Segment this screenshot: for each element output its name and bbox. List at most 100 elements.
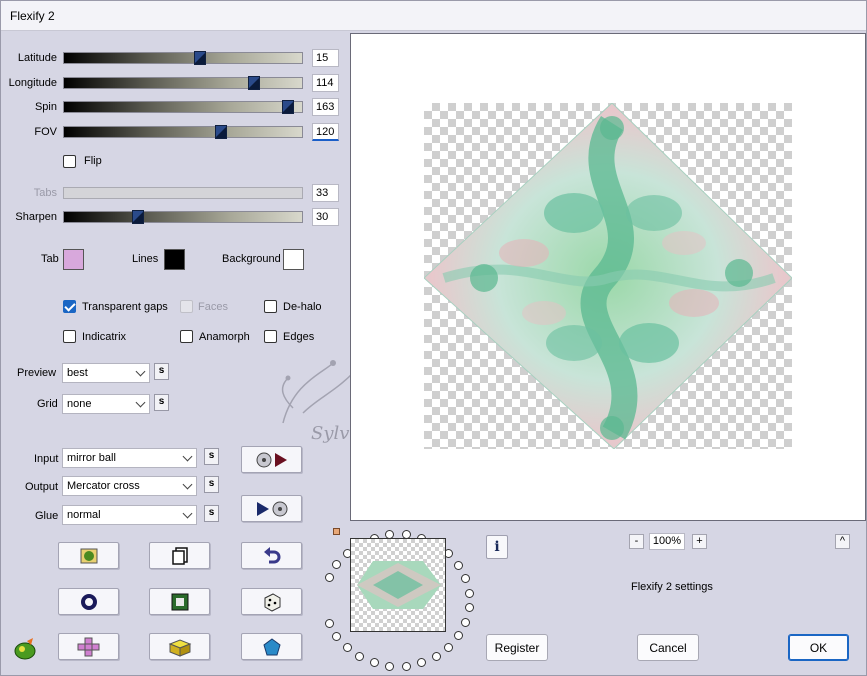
chevron-down-icon bbox=[182, 479, 193, 490]
zoom-in-button[interactable]: + bbox=[692, 534, 707, 549]
ok-button[interactable]: OK bbox=[788, 634, 849, 661]
faces-label: Faces bbox=[198, 301, 228, 313]
frame-button[interactable] bbox=[149, 588, 210, 615]
longitude-value-field[interactable]: 114 bbox=[312, 74, 339, 92]
copy-icon bbox=[171, 546, 188, 565]
dial-dot[interactable] bbox=[325, 618, 335, 628]
fov-slider-thumb[interactable] bbox=[215, 125, 228, 139]
background-color-swatch[interactable] bbox=[283, 249, 304, 270]
glue-select[interactable]: normal bbox=[62, 505, 197, 525]
title-bar: Flexify 2 bbox=[1, 1, 866, 31]
preview-s-button[interactable]: s bbox=[154, 363, 169, 380]
longitude-label: Longitude bbox=[8, 77, 57, 89]
flip-checkbox[interactable] bbox=[63, 155, 76, 168]
preview-select[interactable]: best bbox=[62, 363, 150, 383]
spin-value-field[interactable]: 163 bbox=[312, 98, 339, 116]
latitude-slider-thumb[interactable] bbox=[193, 51, 206, 65]
register-button-label: Register bbox=[494, 640, 540, 655]
glue-select-value: normal bbox=[67, 509, 101, 521]
image-paint-icon bbox=[80, 548, 97, 563]
info-button[interactable]: i bbox=[486, 535, 508, 559]
dial-dot[interactable] bbox=[460, 574, 470, 584]
dial-dot[interactable] bbox=[325, 573, 335, 583]
register-button[interactable]: Register bbox=[486, 634, 548, 661]
cube-button[interactable] bbox=[149, 633, 210, 660]
rotation-handle[interactable] bbox=[333, 528, 340, 535]
transparent-gaps-checkbox[interactable] bbox=[63, 300, 76, 313]
dial-dot[interactable] bbox=[342, 643, 352, 653]
fov-label: FOV bbox=[34, 126, 57, 138]
dial-dot[interactable] bbox=[417, 658, 427, 668]
cross-button[interactable] bbox=[58, 633, 119, 660]
input-select[interactable]: mirror ball bbox=[62, 448, 197, 468]
indicatrix-label: Indicatrix bbox=[82, 331, 127, 343]
randomize-image-button[interactable] bbox=[58, 542, 119, 569]
ring-button[interactable] bbox=[58, 588, 119, 615]
grid-select[interactable]: none bbox=[62, 394, 150, 414]
input-to-output-button[interactable] bbox=[241, 446, 302, 473]
anamorph-checkbox[interactable] bbox=[180, 330, 193, 343]
latitude-value-field[interactable]: 15 bbox=[312, 49, 339, 67]
tabs-value-field[interactable]: 33 bbox=[312, 184, 339, 202]
chevron-down-icon bbox=[135, 366, 146, 377]
copy-button[interactable] bbox=[149, 542, 210, 569]
preview-select-value: best bbox=[67, 367, 88, 379]
tabs-slider[interactable] bbox=[63, 187, 303, 199]
edges-checkbox[interactable] bbox=[264, 330, 277, 343]
edges-label: Edges bbox=[283, 331, 315, 343]
sharpen-value-field[interactable]: 30 bbox=[312, 208, 339, 226]
undo-button[interactable] bbox=[241, 542, 302, 569]
preview-artwork bbox=[424, 103, 792, 449]
glue-label: Glue bbox=[35, 510, 59, 522]
latitude-slider[interactable] bbox=[63, 51, 303, 65]
faces-checkbox[interactable] bbox=[180, 300, 193, 313]
dial-dot[interactable] bbox=[385, 661, 395, 671]
glue-s-button[interactable]: s bbox=[204, 505, 219, 522]
lines-color-label: Lines bbox=[132, 253, 159, 265]
dial-dot[interactable] bbox=[332, 631, 342, 641]
output-select[interactable]: Mercator cross bbox=[62, 476, 197, 496]
zoom-out-button[interactable]: - bbox=[629, 534, 644, 549]
fov-value-field[interactable]: 120 bbox=[312, 123, 339, 141]
polyhedron-button[interactable] bbox=[241, 633, 302, 660]
zoom-level: 100% bbox=[649, 533, 685, 550]
undo-icon bbox=[263, 546, 280, 563]
fov-slider[interactable] bbox=[63, 125, 303, 139]
dial-dot[interactable] bbox=[444, 642, 454, 652]
output-to-input-button[interactable] bbox=[241, 495, 302, 522]
random-dice-button[interactable] bbox=[241, 588, 302, 615]
window-title: Flexify 2 bbox=[10, 9, 55, 23]
sharpen-slider[interactable] bbox=[63, 210, 303, 224]
sharpen-slider-thumb[interactable] bbox=[131, 210, 144, 224]
dial-dot[interactable] bbox=[454, 561, 464, 571]
dial-dot[interactable] bbox=[369, 658, 379, 668]
spin-slider[interactable] bbox=[63, 100, 303, 114]
lines-color-swatch[interactable] bbox=[164, 249, 185, 270]
dial-dot[interactable] bbox=[332, 560, 342, 570]
app-logo-icon bbox=[14, 638, 36, 660]
grid-s-button[interactable]: s bbox=[154, 394, 169, 411]
spin-slider-thumb[interactable] bbox=[281, 100, 294, 114]
collapse-button[interactable]: ^ bbox=[835, 534, 850, 549]
output-label: Output bbox=[25, 481, 59, 493]
dial-dot[interactable] bbox=[401, 661, 411, 671]
dial-dot[interactable] bbox=[355, 652, 365, 662]
grid-label: Grid bbox=[37, 398, 58, 410]
input-s-button[interactable]: s bbox=[204, 448, 219, 465]
de-halo-checkbox[interactable] bbox=[264, 300, 277, 313]
dial-dot[interactable] bbox=[431, 651, 441, 661]
dial-dot[interactable] bbox=[454, 630, 464, 640]
cube-icon bbox=[168, 638, 191, 657]
longitude-slider-thumb[interactable] bbox=[248, 76, 261, 90]
navigator-thumbnail[interactable] bbox=[350, 538, 446, 632]
cancel-button[interactable]: Cancel bbox=[637, 634, 699, 661]
indicatrix-checkbox[interactable] bbox=[63, 330, 76, 343]
dial-dot[interactable] bbox=[464, 588, 474, 598]
dial-dot[interactable] bbox=[464, 603, 474, 613]
transparent-gaps-label: Transparent gaps bbox=[82, 301, 168, 313]
tab-color-swatch[interactable] bbox=[63, 249, 84, 270]
ok-button-label: OK bbox=[809, 640, 828, 655]
dial-dot[interactable] bbox=[460, 617, 470, 627]
longitude-slider[interactable] bbox=[63, 76, 303, 90]
output-s-button[interactable]: s bbox=[204, 476, 219, 493]
